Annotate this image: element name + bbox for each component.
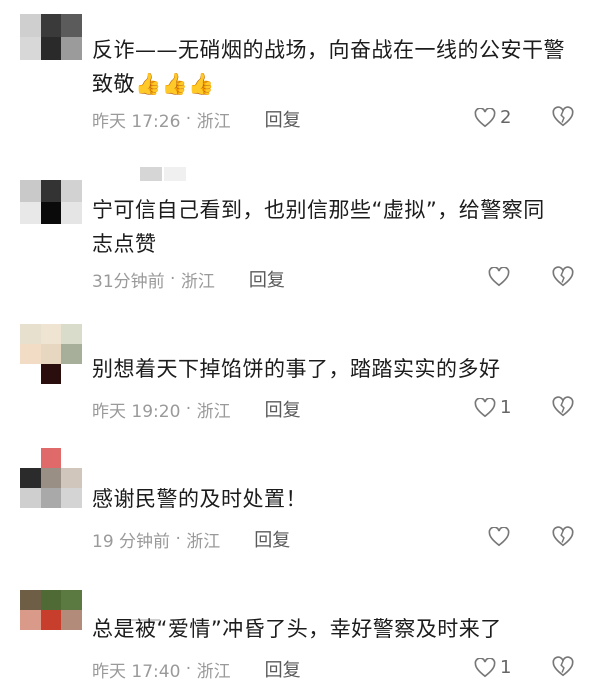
comment-location: 浙江 <box>186 531 221 552</box>
like-button[interactable] <box>488 527 514 547</box>
like-button[interactable] <box>488 267 514 287</box>
comment-text: 总是被“爱情”冲昏了头，幸好警察及时来了 <box>92 617 502 641</box>
comment-meta: 19 分钟前 · 浙江 回复 <box>92 526 290 552</box>
heart-outline-icon <box>474 107 496 127</box>
separator-dot: · <box>170 529 187 549</box>
comment-text: 别想着天下掉馅饼的事了，踏踏实实的多好 <box>92 357 501 381</box>
comment-time: 昨天 19:20 <box>92 401 181 422</box>
comment-time: 昨天 17:26 <box>92 111 181 132</box>
heart-outline-icon <box>474 657 496 677</box>
comment-location: 浙江 <box>196 111 231 132</box>
comment-text: 反诈——无硝烟的战场，向奋战在一线的公安干警致敬👍👍👍 <box>92 33 572 101</box>
heart-outline-icon <box>488 527 510 547</box>
reply-button[interactable]: 回复 <box>265 656 301 682</box>
broken-heart-icon[interactable] <box>552 106 574 128</box>
comment-text: 宁可信自己看到，也别信那些“虚拟”，给警察同志点赞 <box>92 198 545 256</box>
comment-time: 昨天 17:40 <box>92 661 181 682</box>
username[interactable] <box>120 606 200 621</box>
separator-dot: · <box>164 269 181 289</box>
avatar[interactable] <box>20 448 82 508</box>
heart-outline-icon <box>488 267 510 287</box>
broken-heart-icon[interactable] <box>552 526 574 548</box>
like-count: 2 <box>500 107 512 128</box>
reply-button[interactable]: 回复 <box>265 106 301 132</box>
comment-meta: 昨天 17:40 · 浙江 回复 <box>92 656 301 682</box>
heart-outline-icon <box>474 397 496 417</box>
comment-meta: 31分钟前 · 浙江 回复 <box>92 266 285 292</box>
broken-heart-icon[interactable] <box>552 656 574 678</box>
avatar[interactable] <box>20 590 82 630</box>
comment-text: 感谢民警的及时处置！ <box>92 487 307 511</box>
avatar[interactable] <box>20 14 82 60</box>
separator-dot: · <box>180 659 197 679</box>
like-count: 1 <box>500 657 512 678</box>
reply-button[interactable]: 回复 <box>265 396 301 422</box>
reply-button[interactable]: 回复 <box>249 266 285 292</box>
comment-meta: 昨天 19:20 · 浙江 回复 <box>92 396 301 422</box>
comment-location: 浙江 <box>196 401 231 422</box>
broken-heart-icon[interactable] <box>552 396 574 418</box>
like-button[interactable]: 1 <box>474 397 511 418</box>
avatar[interactable] <box>20 324 82 384</box>
thumbs-up-emoji: 👍👍👍 <box>135 72 215 96</box>
like-button[interactable]: 2 <box>474 107 511 128</box>
avatar[interactable] <box>20 180 82 224</box>
comment-meta: 昨天 17:26 · 浙江 回复 <box>92 106 301 132</box>
username[interactable] <box>140 166 220 181</box>
separator-dot: · <box>180 399 197 419</box>
reply-button[interactable]: 回复 <box>254 526 290 552</box>
like-count: 1 <box>500 397 512 418</box>
comment-location: 浙江 <box>180 271 215 292</box>
comment-location: 浙江 <box>196 661 231 682</box>
like-button[interactable]: 1 <box>474 657 511 678</box>
separator-dot: · <box>180 109 197 129</box>
broken-heart-icon[interactable] <box>552 266 574 288</box>
comment-time: 19 分钟前 <box>92 531 171 552</box>
comment-time: 31分钟前 <box>92 271 165 292</box>
